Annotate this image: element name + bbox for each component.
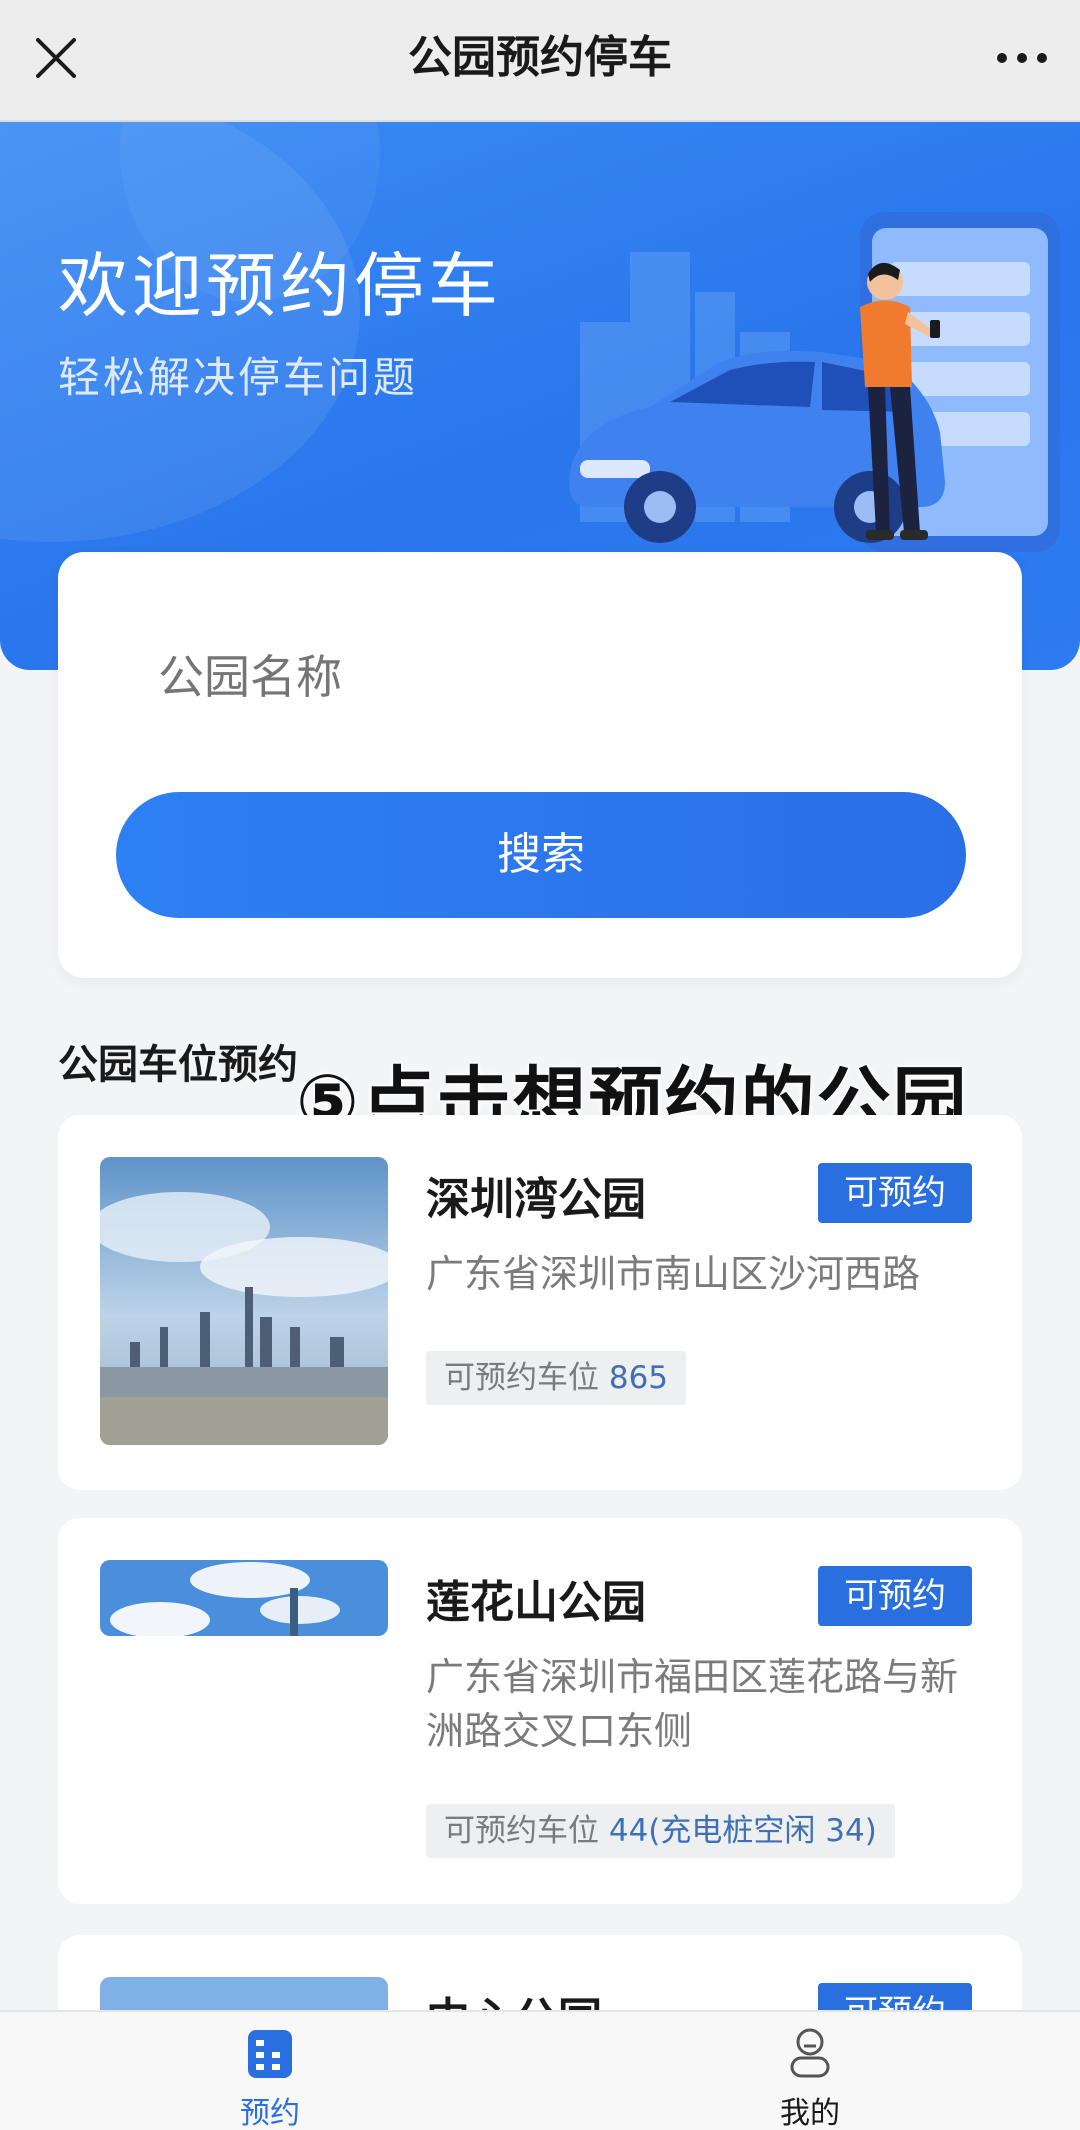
park-name: 莲花山公园 bbox=[426, 1577, 646, 1628]
search-button[interactable]: 搜索 bbox=[116, 792, 966, 918]
park-address: 广东省深圳市福田区莲花路与新洲路交叉口东侧 bbox=[426, 1655, 959, 1753]
tab-reservation[interactable]: 预约 bbox=[210, 2026, 330, 2130]
available-spaces-label: 可预约车位 bbox=[444, 1360, 599, 1396]
bottom-tab-bar: 预约 我的 bbox=[0, 2010, 1080, 2130]
park-name: 深圳湾公园 bbox=[426, 1174, 646, 1225]
available-spaces-count: 865 bbox=[608, 1360, 669, 1396]
park-card[interactable]: 深圳湾公园 可预约 广东省深圳市南山区沙河西路 可预约车位 865 bbox=[58, 1115, 1022, 1490]
reservable-tag: 可预约 bbox=[818, 1163, 972, 1223]
hero-title: 欢迎预约停车 bbox=[58, 245, 502, 327]
tab-profile[interactable]: 我的 bbox=[750, 2026, 870, 2130]
reservation-icon bbox=[248, 2030, 292, 2078]
tab-label: 我的 bbox=[780, 2096, 840, 2130]
tab-label: 预约 bbox=[240, 2096, 300, 2130]
available-spaces-badge: 可预约车位 865 bbox=[426, 1351, 687, 1405]
available-spaces-label: 可预约车位 bbox=[444, 1813, 599, 1849]
search-card: 搜索 bbox=[58, 552, 1022, 978]
more-options-icon[interactable] bbox=[992, 34, 1052, 82]
profile-icon bbox=[790, 2028, 830, 2078]
park-photo bbox=[100, 1560, 388, 1636]
available-spaces-count: 44(充电桩空闲 34) bbox=[608, 1813, 877, 1849]
section-title: 公园车位预约 bbox=[58, 1042, 298, 1088]
car-parking-illustration bbox=[569, 212, 1060, 552]
park-photo bbox=[100, 1157, 388, 1445]
available-spaces-badge: 可预约车位 44(充电桩空闲 34) bbox=[426, 1804, 895, 1858]
park-address: 广东省深圳市南山区沙河西路 bbox=[426, 1252, 921, 1296]
park-card[interactable]: 莲花山公园 可预约 广东省深圳市福田区莲花路与新洲路交叉口东侧 可预约车位 44… bbox=[58, 1518, 1022, 1904]
reservable-tag: 可预约 bbox=[818, 1566, 972, 1626]
page-title: 公园预约停车 bbox=[408, 32, 672, 83]
park-name-input[interactable] bbox=[158, 642, 918, 712]
hero-subtitle: 轻松解决停车问题 bbox=[58, 353, 419, 402]
top-nav-bar: 公园预约停车 bbox=[0, 0, 1080, 122]
